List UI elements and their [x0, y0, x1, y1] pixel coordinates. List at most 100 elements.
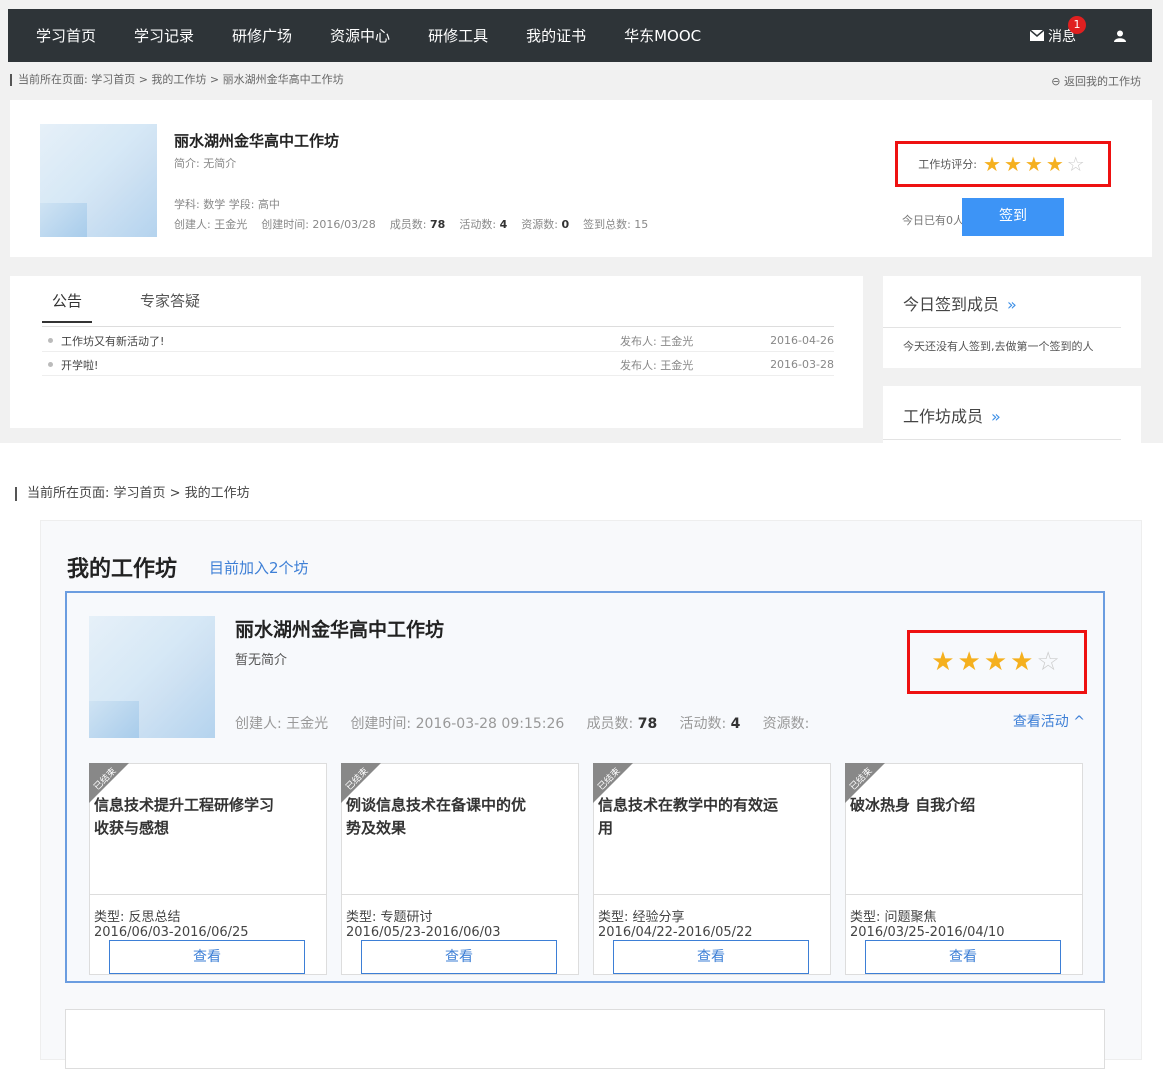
rating-highlight-box: 工作坊评分: ★ ★ ★ ★ ☆ — [895, 141, 1111, 187]
panel-tabs: 公告 专家答疑 — [42, 290, 248, 323]
view-button[interactable]: 查看 — [109, 940, 305, 974]
creator: 创建人: 王金光 — [174, 218, 248, 231]
user-icon[interactable] — [1114, 30, 1126, 42]
no-signin-text: 今天还没有人签到,去做第一个签到的人 — [903, 340, 1094, 353]
workshop-stats: 创建人: 王金光 创建时间: 2016/03/28 成员数: 78 活动数: 4… — [174, 216, 648, 232]
nav-resource-center[interactable]: 资源中心 — [330, 25, 390, 46]
top-navbar: 学习首页 学习记录 研修广场 资源中心 研修工具 我的证书 华东MOOC 消息 … — [8, 9, 1152, 62]
announcement-publisher: 发布人: 王金光 — [620, 334, 694, 348]
workshop-title: 丽水湖州金华高中工作坊 — [174, 132, 340, 150]
activity-dates: 2016/05/23-2016/06/03 — [346, 925, 501, 940]
bullet-icon — [48, 338, 53, 343]
view-button[interactable]: 查看 — [865, 940, 1061, 974]
double-chevron-icon: » — [1007, 295, 1017, 314]
workshop-stats: 创建人: 王金光 创建时间: 2016-03-28 09:15:26 成员数: … — [235, 713, 809, 733]
rating-label: 工作坊评分: — [918, 158, 978, 171]
next-workshop-card — [65, 1009, 1105, 1069]
nav-training-tools[interactable]: 研修工具 — [428, 25, 488, 46]
circle-arrow-icon: ⊖ — [1051, 75, 1061, 88]
star-empty-icon: ☆ — [1066, 152, 1085, 176]
activity-card: 已结束 例谈信息技术在备课中的优势及效果 类型: 专题研讨 2016/05/23… — [341, 763, 579, 975]
tab-announcements[interactable]: 公告 — [42, 290, 93, 323]
workshop-info-card: 丽水湖州金华高中工作坊 简介: 无简介 学科: 数学 学段: 高中 创建人: 王… — [10, 100, 1152, 257]
members-label: 成员数: — [389, 218, 427, 231]
sign-in-button[interactable]: 签到 — [962, 198, 1064, 236]
nav-right: 消息 1 — [1030, 9, 1126, 62]
page-title: 我的工作坊 — [67, 557, 178, 582]
activity-dates: 2016/06/03-2016/06/25 — [94, 925, 249, 940]
members-count: 78 — [637, 716, 658, 732]
view-activities-toggle[interactable]: 查看活动 ^ — [1013, 711, 1085, 731]
signin-total: 签到总数: 15 — [583, 218, 649, 231]
view-button[interactable]: 查看 — [361, 940, 557, 974]
members-count: 78 — [430, 218, 446, 231]
star-filled-icon: ★ — [1003, 152, 1022, 176]
today-signin-header[interactable]: 今日签到成员 » — [883, 276, 1121, 328]
divider — [90, 894, 326, 895]
workshop-intro: 暂无简介 — [235, 653, 288, 668]
rating-highlight-box: ★ ★ ★ ★ ☆ — [907, 630, 1087, 694]
activity-title: 信息技术在教学中的有效运用 — [598, 796, 779, 837]
resources-count: 0 — [561, 218, 570, 231]
nav-ecnu-mooc[interactable]: 华东MOOC — [624, 25, 701, 46]
star-filled-icon: ★ — [1010, 647, 1034, 677]
activity-title: 信息技术提升工程研修学习收获与感想 — [94, 796, 275, 837]
members-label: 成员数: — [586, 716, 634, 732]
tab-expert-qa[interactable]: 专家答疑 — [130, 290, 210, 323]
workshop-members-header[interactable]: 工作坊成员 » — [883, 386, 1121, 440]
announcement-date: 2016-04-26 — [770, 334, 834, 347]
back-label: 返回我的工作坊 — [1064, 75, 1141, 88]
activity-type: 类型: 反思总结 — [94, 910, 181, 925]
workshop-title[interactable]: 丽水湖州金华高中工作坊 — [235, 615, 444, 642]
created-time: 创建时间: 2016-03-28 09:15:26 — [350, 716, 565, 732]
messages-button[interactable]: 消息 1 — [1030, 15, 1086, 46]
my-workshops-panel: 我的工作坊 目前加入2个坊 丽水湖州金华高中工作坊 暂无简介 创建人: 王金光 … — [40, 520, 1142, 1069]
announcement-publisher: 发布人: 王金光 — [620, 358, 694, 372]
workshop-subject: 学科: 数学 学段: 高中 — [174, 198, 280, 211]
announcement-title[interactable]: 开学啦! — [61, 357, 98, 373]
activity-type: 类型: 专题研讨 — [346, 910, 433, 925]
activity-dates: 2016/03/25-2016/04/10 — [850, 925, 1005, 940]
activity-title: 破冰热身 自我介绍 — [850, 796, 976, 814]
divider — [342, 894, 578, 895]
star-filled-icon: ★ — [931, 647, 955, 677]
announcement-title[interactable]: 工作坊又有新活动了! — [61, 333, 164, 349]
double-chevron-icon: » — [991, 407, 1001, 426]
workshop-card: 丽水湖州金华高中工作坊 暂无简介 创建人: 王金光 创建时间: 2016-03-… — [65, 591, 1105, 983]
messages-badge: 1 — [1068, 15, 1086, 34]
announcement-row[interactable]: 工作坊又有新活动了! 发布人: 王金光 2016-04-26 — [42, 330, 834, 352]
workshop-cover-image — [89, 616, 215, 738]
breadcrumb: 当前所在页面: 学习首页 > 我的工作坊 — [15, 487, 250, 501]
star-filled-icon: ★ — [983, 152, 1001, 176]
star-filled-icon: ★ — [983, 647, 1008, 677]
nav-training-square[interactable]: 研修广场 — [232, 25, 292, 46]
back-to-my-workshops-link[interactable]: ⊖ 返回我的工作坊 — [1051, 73, 1141, 89]
star-empty-icon: ☆ — [1036, 647, 1060, 677]
star-filled-icon: ★ — [1024, 152, 1043, 176]
workshop-cover-image — [40, 124, 157, 237]
divider — [594, 894, 830, 895]
activities-label: 活动数: — [459, 218, 497, 231]
workshop-detail-screen: 学习首页 学习记录 研修广场 资源中心 研修工具 我的证书 华东MOOC 消息 … — [0, 0, 1163, 443]
envelope-icon — [1030, 30, 1044, 41]
my-workshops-screen: 当前所在页面: 学习首页 > 我的工作坊 我的工作坊 目前加入2个坊 丽水湖州金… — [0, 465, 1163, 1069]
announcement-date: 2016-03-28 — [770, 358, 834, 371]
activity-card: 已结束 破冰热身 自我介绍 类型: 问题聚焦 2016/03/25-2016/0… — [845, 763, 1083, 975]
activities-count: 4 — [730, 716, 741, 732]
star-filled-icon: ★ — [1045, 152, 1064, 176]
bullet-icon — [48, 362, 53, 367]
activities-count: 4 — [499, 218, 508, 231]
view-button[interactable]: 查看 — [613, 940, 809, 974]
nav-my-certificates[interactable]: 我的证书 — [526, 25, 586, 46]
activity-title: 例谈信息技术在备课中的优势及效果 — [346, 796, 527, 837]
nav-home[interactable]: 学习首页 — [36, 25, 96, 46]
breadcrumb: 当前所在页面: 学习首页 > 我的工作坊 > 丽水湖州金华高中工作坊 — [10, 74, 344, 86]
announcement-panel: 公告 专家答疑 工作坊又有新活动了! 发布人: 王金光 2016-04-26 开… — [10, 276, 863, 428]
joined-count-link[interactable]: 目前加入2个坊 — [209, 557, 309, 578]
workshop-intro: 简介: 无简介 — [174, 157, 237, 170]
activities-label: 活动数: — [679, 716, 727, 732]
announcement-row[interactable]: 开学啦! 发布人: 王金光 2016-03-28 — [42, 354, 834, 376]
rating-stars: ★ ★ ★ ★ ☆ — [931, 647, 1063, 677]
tab-divider — [42, 326, 834, 327]
nav-study-record[interactable]: 学习记录 — [134, 25, 194, 46]
